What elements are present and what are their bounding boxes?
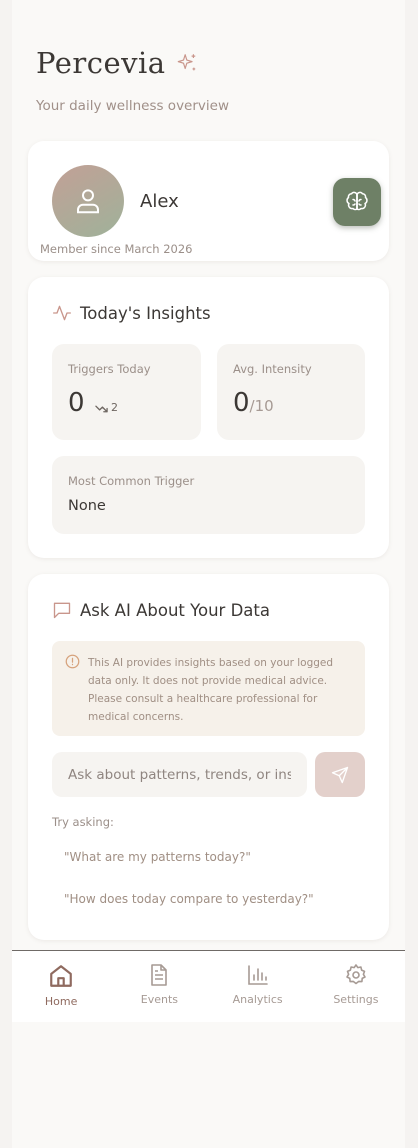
triggers-today-stat: Triggers Today 0 2 — [52, 344, 201, 440]
avg-intensity-stat: Avg. Intensity 0 /10 — [217, 344, 365, 440]
message-icon — [53, 602, 71, 619]
common-trigger-stat: Most Common Trigger None — [52, 456, 365, 534]
nav-analytics[interactable]: Analytics — [209, 951, 307, 1022]
user-icon — [77, 189, 99, 214]
nav-events[interactable]: Events — [110, 951, 208, 1022]
ask-ai-card: Ask AI About Your Data This AI provides … — [28, 574, 389, 940]
gear-icon — [346, 964, 366, 985]
user-name: Alex — [140, 191, 179, 212]
send-button[interactable] — [315, 752, 365, 797]
avg-intensity-suffix: /10 — [249, 397, 274, 415]
try-asking-label: Try asking: — [52, 815, 114, 829]
nav-settings[interactable]: Settings — [307, 951, 405, 1022]
document-icon — [151, 964, 168, 986]
suggestion-chip[interactable]: "How does today compare to yesterday?" — [52, 882, 365, 916]
nav-home[interactable]: Home — [12, 951, 110, 1022]
brain-icon — [346, 191, 368, 211]
trend-indicator: 2 — [94, 401, 119, 414]
page-subtitle: Your daily wellness overview — [36, 98, 229, 114]
insights-heading: Today's Insights — [52, 303, 211, 323]
nav-analytics-label: Analytics — [232, 993, 283, 1006]
nav-settings-label: Settings — [333, 993, 379, 1006]
send-icon — [331, 766, 349, 783]
ai-disclaimer: This AI provides insights based on your … — [52, 641, 365, 736]
triggers-today-value: 0 — [68, 388, 85, 418]
trend-down-icon — [94, 405, 108, 412]
nav-events-label: Events — [140, 993, 178, 1006]
ask-ai-input[interactable] — [52, 752, 307, 797]
profile-card: Alex Member since March 2026 — [28, 141, 389, 261]
common-trigger-value: None — [68, 498, 106, 514]
common-trigger-label: Most Common Trigger — [68, 474, 195, 488]
sparkle-icon — [177, 54, 195, 71]
ask-ai-heading-text: Ask AI About Your Data — [80, 600, 270, 620]
disclaimer-text: This AI provides insights based on your … — [88, 657, 334, 723]
triggers-today-label: Triggers Today — [68, 362, 151, 376]
alert-circle-icon — [65, 654, 80, 669]
activity-icon — [53, 305, 72, 321]
avg-intensity-value: 0 — [233, 388, 250, 418]
triggers-today-value-row: 0 2 — [68, 388, 118, 418]
nav-home-label: Home — [44, 995, 78, 1008]
app-title-text: Percevia — [36, 46, 166, 80]
trend-value: 2 — [111, 401, 119, 414]
member-since: Member since March 2026 — [40, 242, 193, 256]
insights-heading-text: Today's Insights — [80, 303, 211, 323]
avatar[interactable] — [52, 165, 124, 237]
avg-intensity-value-row: 0 /10 — [233, 388, 274, 418]
bottom-nav: Home Events Analytics Settings — [12, 950, 405, 1022]
ask-ai-heading: Ask AI About Your Data — [52, 600, 270, 620]
brain-button[interactable] — [333, 178, 381, 226]
avg-intensity-label: Avg. Intensity — [233, 362, 312, 376]
home-icon — [50, 965, 72, 987]
insights-card: Today's Insights Triggers Today 0 2 Avg.… — [28, 277, 389, 558]
suggestion-chip[interactable]: "What are my patterns today?" — [52, 840, 365, 874]
app-title: Percevia — [36, 46, 198, 80]
bar-chart-icon — [247, 965, 268, 985]
